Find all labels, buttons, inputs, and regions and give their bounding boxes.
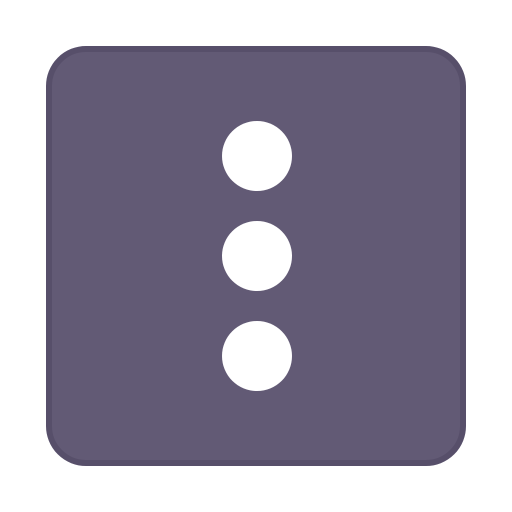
menu-dot-bottom bbox=[222, 321, 292, 391]
icon-canvas bbox=[0, 0, 512, 512]
menu-dot-middle bbox=[222, 221, 292, 291]
menu-dot-top bbox=[222, 121, 292, 191]
